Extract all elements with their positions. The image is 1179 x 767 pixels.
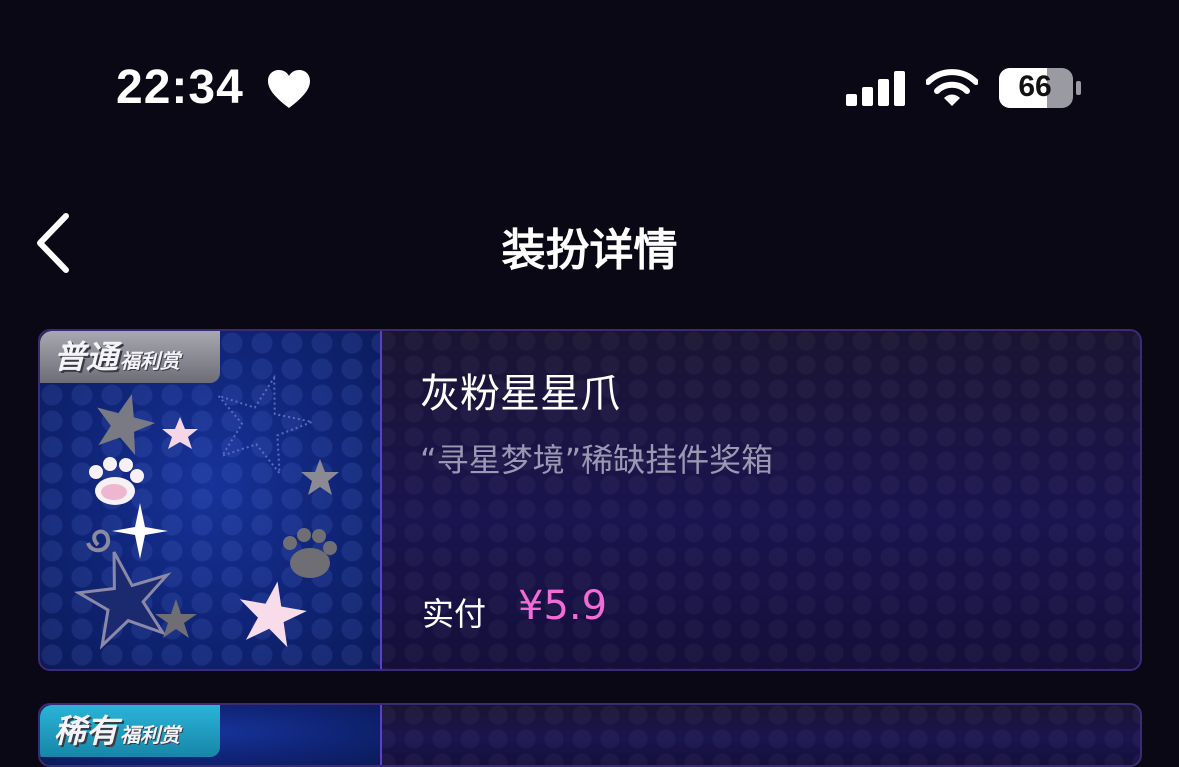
paw-pink-icon [89,457,144,505]
badge-main-text: 稀有 [54,712,119,750]
item-thumbnail: 普通 福利赏 [40,331,382,669]
badge-sub-text: 福利赏 [120,349,181,373]
item-description: “寻星梦境”稀缺挂件奖箱 [420,441,774,479]
signal-icon [846,71,905,106]
page-title: 装扮详情 [501,225,678,276]
wifi-icon [926,69,978,106]
status-bar: 22:34 66 [0,0,1179,180]
badge-sub-text: 福利赏 [120,723,181,747]
battery-level: 66 [1018,70,1052,103]
pay-label: 实付 [422,595,487,633]
item-card[interactable]: 普通 福利赏 灰粉星星爪 “寻星梦境”稀缺挂件奖箱 实付 ¥5.9 [38,329,1142,671]
heart-icon [268,70,310,108]
rarity-badge: 普通 福利赏 [40,331,220,383]
status-time: 22:34 [116,61,244,114]
badge-main-text: 普通 [54,338,119,376]
item-thumbnail: 稀有 福利赏 [40,705,382,765]
item-price: ¥5.9 [518,583,608,629]
rarity-badge: 稀有 福利赏 [40,705,220,757]
paw-grey-icon [283,528,337,578]
item-card[interactable]: 稀有 福利赏 [38,703,1142,767]
item-name: 灰粉星星爪 [420,371,620,417]
